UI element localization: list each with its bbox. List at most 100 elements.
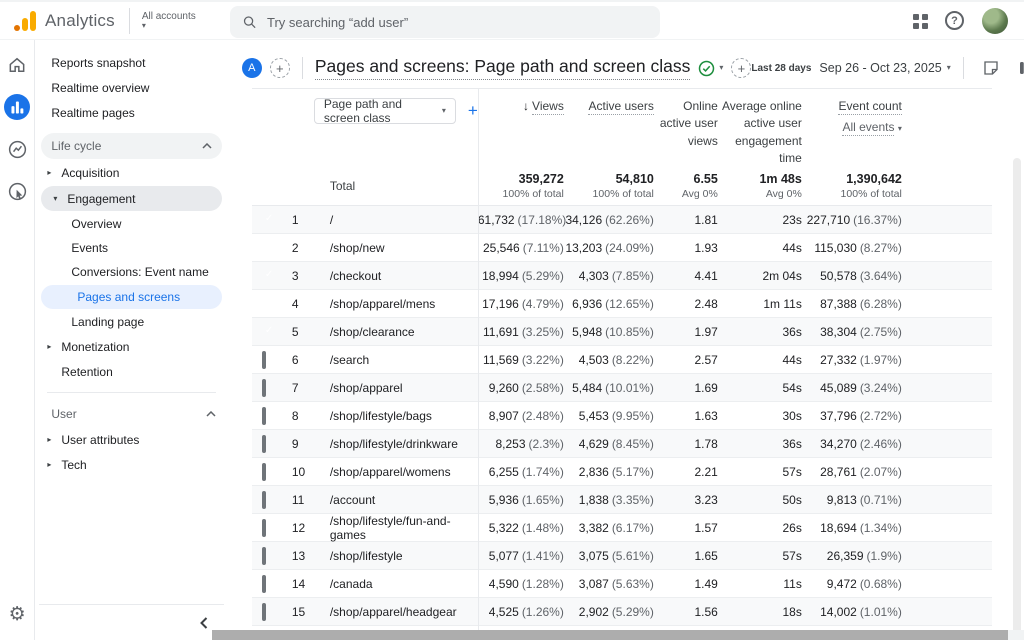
collapse-arrow-icon: ▾ xyxy=(53,194,63,203)
help-icon[interactable]: ? xyxy=(945,11,964,30)
table-row: 15 /shop/apparel/headgear 4,525(1.26%) 2… xyxy=(252,598,992,626)
sidebar-item-pages-and-screens[interactable]: Pages and screens xyxy=(41,285,221,309)
row-checkbox[interactable] xyxy=(262,351,266,369)
report-status-badge[interactable]: ▾ xyxy=(698,60,723,77)
reports-icon[interactable] xyxy=(4,94,30,120)
row-checkbox[interactable] xyxy=(262,519,266,537)
notes-icon[interactable] xyxy=(982,59,1000,77)
row-checkbox[interactable] xyxy=(262,491,266,509)
search-icon xyxy=(242,14,257,30)
user-avatar[interactable] xyxy=(982,8,1008,34)
report-toolbar: A + Pages and screens: Page path and scr… xyxy=(228,48,1024,88)
add-comparison-button[interactable]: + xyxy=(270,58,290,78)
table-row: 7 /shop/apparel 9,260(2.58%) 5,484(10.01… xyxy=(252,374,992,402)
column-header-event-count[interactable]: Event count All events ▾ xyxy=(802,98,902,137)
row-number: 7 xyxy=(288,381,318,395)
row-number: 13 xyxy=(288,549,318,563)
row-checkbox[interactable] xyxy=(262,603,266,621)
page-path: / xyxy=(318,213,478,227)
column-header-avg-engagement[interactable]: Average online active user engagement ti… xyxy=(718,98,802,168)
sidebar-item-reports-snapshot[interactable]: Reports snapshot xyxy=(35,50,227,75)
column-header-online-views[interactable]: Online active user views xyxy=(654,98,718,150)
admin-gear-icon[interactable]: ⚙ xyxy=(9,603,26,626)
sidebar-item-engagement[interactable]: ▾ Engagement xyxy=(41,186,221,211)
comparison-icon[interactable] xyxy=(1017,59,1024,77)
vertical-scrollbar[interactable] xyxy=(1013,158,1021,634)
sidebar-item-conversions[interactable]: Conversions: Event name xyxy=(35,260,227,284)
search-bar[interactable] xyxy=(230,6,660,38)
search-input[interactable] xyxy=(267,15,648,30)
sidebar-item-acquisition[interactable]: ▸ Acquisition xyxy=(35,160,227,185)
sidebar-item-realtime-pages[interactable]: Realtime pages xyxy=(35,100,227,125)
row-number: 15 xyxy=(288,605,318,619)
horizontal-scrollbar-thumb[interactable] xyxy=(212,630,1008,640)
section-life-cycle[interactable]: Life cycle xyxy=(41,133,221,159)
page-path: /shop/lifestyle xyxy=(318,549,478,563)
sidebar-item-user-attributes[interactable]: ▸ User attributes xyxy=(35,427,227,452)
column-header-views[interactable]: ↓Views xyxy=(478,98,564,115)
account-selector[interactable]: All accounts ▾ xyxy=(142,11,196,30)
add-report-button[interactable]: + xyxy=(731,58,751,78)
chevron-down-icon: ▾ xyxy=(947,64,951,72)
row-number: 12 xyxy=(288,521,318,535)
sidebar-item-monetization[interactable]: ▸ Monetization xyxy=(35,334,227,359)
row-number: 5 xyxy=(288,325,318,339)
section-user[interactable]: User xyxy=(35,401,227,427)
sidebar-item-tech[interactable]: ▸ Tech xyxy=(35,452,227,477)
table-row: 9 /shop/lifestyle/drinkware 8,253(2.3%) … xyxy=(252,430,992,458)
product-name: Analytics xyxy=(45,11,115,31)
column-divider xyxy=(478,89,479,632)
sidebar-item-overview[interactable]: Overview xyxy=(35,212,227,236)
table-total-row: Total 359,272100% of total 54,810100% of… xyxy=(252,166,992,206)
page-path: /shop/lifestyle/drinkware xyxy=(318,437,478,451)
sidebar-item-realtime-overview[interactable]: Realtime overview xyxy=(35,75,227,100)
row-checkbox[interactable] xyxy=(262,407,266,425)
sidebar-item-retention[interactable]: Retention xyxy=(35,359,227,384)
chevron-up-icon xyxy=(202,143,212,149)
explore-icon[interactable] xyxy=(4,136,30,162)
divider xyxy=(963,57,964,79)
sidebar-item-events[interactable]: Events xyxy=(35,236,227,260)
home-icon[interactable] xyxy=(4,52,30,78)
dimension-selector[interactable]: Page path and screen class ▾ xyxy=(314,98,456,124)
column-header-active-users[interactable]: Active users xyxy=(564,98,654,115)
divider xyxy=(47,392,215,393)
page-path: /shop/apparel xyxy=(318,381,478,395)
page-path: /checkout xyxy=(318,269,478,283)
chevron-down-icon: ▾ xyxy=(442,107,446,115)
row-number: 4 xyxy=(288,297,318,311)
account-selector-label: All accounts xyxy=(142,11,196,22)
table-row: 3 /checkout 18,994(5.29%) 4,303(7.85%) 4… xyxy=(252,262,992,290)
event-filter[interactable]: All events ▾ xyxy=(802,119,902,136)
row-number: 11 xyxy=(288,493,318,507)
table-row: 4 /shop/apparel/mens 17,196(4.79%) 6,936… xyxy=(252,290,992,318)
row-number: 6 xyxy=(288,353,318,367)
table-row: 6 /search 11,569(3.22%) 4,503(8.22%) 2.5… xyxy=(252,346,992,374)
table-body: 1 / 61,732(17.18%) 34,126(62.26%) 1.81 2… xyxy=(252,206,992,626)
table-row: 5 /shop/clearance 11,691(3.25%) 5,948(10… xyxy=(252,318,992,346)
date-range-selector[interactable]: Sep 26 - Oct 23, 2025 xyxy=(819,61,941,75)
property-badge[interactable]: A xyxy=(242,58,262,78)
table-row: 8 /shop/lifestyle/bags 8,907(2.48%) 5,45… xyxy=(252,402,992,430)
analytics-logo-icon xyxy=(14,11,36,31)
report-table: Page path and screen class ▾ + ↓Views Ac… xyxy=(252,88,992,632)
table-row: 1 / 61,732(17.18%) 34,126(62.26%) 1.81 2… xyxy=(252,206,992,234)
row-checkbox[interactable] xyxy=(262,435,266,453)
sort-desc-icon: ↓ xyxy=(523,99,529,113)
row-number: 14 xyxy=(288,577,318,591)
expand-arrow-icon: ▸ xyxy=(47,342,57,351)
apps-grid-icon[interactable] xyxy=(913,14,927,28)
add-dimension-button[interactable]: + xyxy=(468,101,478,121)
page-title[interactable]: Pages and screens: Page path and screen … xyxy=(315,56,691,80)
row-checkbox[interactable] xyxy=(262,547,266,565)
row-checkbox[interactable] xyxy=(262,575,266,593)
page-path: /shop/apparel/headgear xyxy=(318,605,478,619)
row-checkbox[interactable] xyxy=(262,463,266,481)
sidebar-item-landing-page[interactable]: Landing page xyxy=(35,310,227,334)
row-checkbox[interactable] xyxy=(262,379,266,397)
chevron-up-icon xyxy=(206,411,216,417)
collapse-sidebar-button[interactable] xyxy=(39,604,223,640)
row-number: 2 xyxy=(288,241,318,255)
divider xyxy=(129,8,130,34)
advertising-icon[interactable] xyxy=(4,178,30,204)
